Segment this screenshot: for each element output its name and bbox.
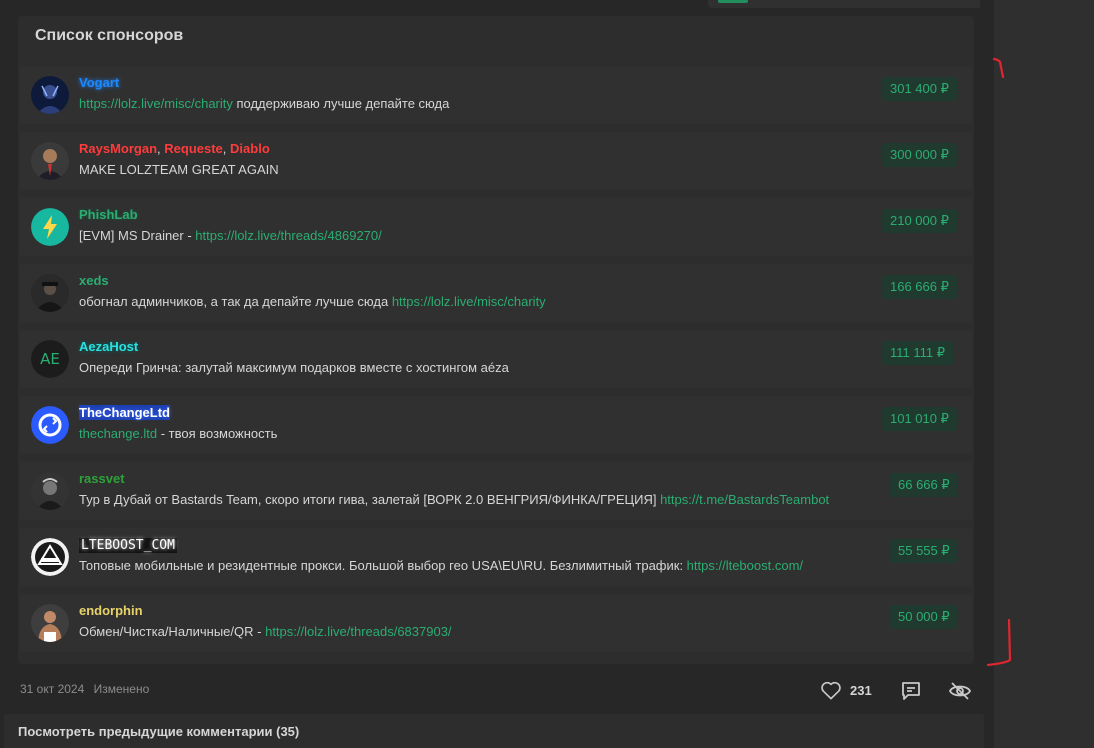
sponsor-row: LTEBOOST_COM Топовые мобильные и резидент…: [20, 528, 972, 586]
description-text: обогнал админчиков, а так да депайте луч…: [79, 294, 392, 309]
sponsor-row: TheChangeLtd thechange.ltd - твоя возможн…: [20, 396, 972, 454]
username-link[interactable]: Vogart: [79, 75, 119, 90]
username-link[interactable]: AezaHost: [79, 339, 138, 354]
card-title: Список спонсоров: [35, 27, 184, 44]
description-text: Топовые мобильные и резидентные прокси. …: [79, 558, 687, 573]
username-link[interactable]: PhishLab: [79, 207, 138, 222]
username-link[interactable]: Requeste: [164, 141, 223, 156]
description-text: [EVM] MS Drainer -: [79, 228, 196, 243]
sponsor-row: AE AezaHost Опереди Гринча: залутай максим…: [20, 330, 972, 388]
sponsor-description: https://lolz.live/misc/charity поддержив…: [79, 96, 449, 112]
username-link[interactable]: rassvet: [79, 471, 125, 486]
description-link[interactable]: thechange.ltd: [79, 426, 157, 441]
username-link[interactable]: RaysMorgan: [79, 141, 157, 156]
lteboost-logo-icon[interactable]: [31, 538, 69, 576]
vogart-avatar[interactable]: [31, 76, 69, 114]
top-panel-stub: [708, 0, 980, 8]
like-button[interactable]: 231: [820, 680, 872, 700]
sponsor-names: RaysMorgan, Requeste, Diablo: [79, 141, 270, 156]
post-body: Список спонсоров Vogart https://lolz.live…: [0, 0, 994, 748]
sponsor-row: Vogart https://lolz.live/misc/charity под…: [20, 66, 972, 124]
sponsor-row: endorphin Обмен/Чистка/Наличные/QR - http…: [20, 594, 972, 652]
endorphin-avatar[interactable]: [31, 604, 69, 642]
sponsor-description: Опереди Гринча: залутай максимум подарко…: [79, 360, 509, 376]
description-text: MAKE LOLZTEAM GREAT AGAIN: [79, 162, 279, 177]
donation-amount: 66 666 ₽: [890, 473, 958, 497]
donation-amount: 166 666 ₽: [882, 275, 957, 299]
description-link[interactable]: https://lteboost.com/: [687, 558, 803, 573]
donation-amount: 111 111 ₽: [882, 341, 954, 365]
show-previous-comments[interactable]: Посмотреть предыдущие комментарии (35): [4, 714, 984, 748]
hide-button[interactable]: [948, 679, 972, 703]
sponsor-row: rassvet Тур в Дубай от Bastards Team, ско…: [20, 462, 972, 520]
donation-amount: 300 000 ₽: [882, 143, 957, 167]
donation-amount: 301 400 ₽: [882, 77, 957, 101]
donation-amount: 50 000 ₽: [890, 605, 958, 629]
donation-amount: 101 010 ₽: [882, 407, 957, 431]
annotation-bracket-bottom: [986, 618, 1012, 667]
comment-icon: [902, 682, 920, 700]
description-link[interactable]: https://lolz.live/misc/charity: [392, 294, 546, 309]
description-link[interactable]: https://lolz.live/threads/4869270/: [195, 228, 381, 243]
description-link[interactable]: https://t.me/BastardsTeambot: [660, 492, 829, 507]
username-link[interactable]: endorphin: [79, 603, 143, 618]
description-text: Тур в Дубай от Bastards Team, скоро итог…: [79, 492, 661, 507]
sponsor-description: Топовые мобильные и резидентные прокси. …: [79, 558, 803, 574]
sponsor-names: rassvet: [79, 471, 125, 487]
sponsor-row: RaysMorgan, Requeste, Diablo MAKE LOLZTEA…: [20, 132, 972, 190]
sponsor-names: xeds: [79, 273, 109, 289]
like-count: 231: [850, 682, 872, 698]
top-chip: [718, 0, 748, 3]
description-text: - твоя возможность: [157, 426, 278, 441]
sponsor-description: MAKE LOLZTEAM GREAT AGAIN: [79, 162, 279, 178]
username-link[interactable]: xeds: [79, 273, 109, 288]
username-link[interactable]: TheChangeLtd: [79, 405, 170, 420]
sponsor-names: PhishLab: [79, 207, 138, 223]
post-date[interactable]: 31 окт 2024: [20, 682, 84, 696]
sponsor-names: Vogart: [79, 75, 119, 91]
avatar-text: AE: [40, 350, 60, 368]
post-meta: 31 окт 2024 Изменено: [20, 682, 155, 696]
ae-logo-icon[interactable]: AE: [31, 340, 69, 378]
description-text: Обмен/Чистка/Наличные/QR -: [79, 624, 266, 639]
sponsor-row: xeds обогнал админчиков, а так да депайте…: [20, 264, 972, 322]
sponsor-description: Обмен/Чистка/Наличные/QR - https://lolz.…: [79, 624, 452, 640]
heart-icon: [821, 681, 841, 700]
sponsor-names: TheChangeLtd: [79, 405, 170, 421]
thechange-logo-icon[interactable]: [31, 406, 69, 444]
annotation-bracket-top: [992, 57, 1005, 79]
donation-amount: 55 555 ₽: [890, 539, 958, 563]
eye-off-icon: [948, 682, 972, 700]
donation-amount: 210 000 ₽: [882, 209, 957, 233]
username-link[interactable]: Diablo: [230, 141, 270, 156]
edited-label[interactable]: Изменено: [94, 682, 150, 696]
lightning-icon[interactable]: [31, 208, 69, 246]
description-link[interactable]: https://lolz.live/threads/6837903/: [265, 624, 451, 639]
raysmorgan-avatar[interactable]: [31, 142, 69, 180]
sponsor-description: Тур в Дубай от Bastards Team, скоро итог…: [79, 492, 829, 508]
sponsor-names: LTEBOOST_COM: [79, 537, 177, 554]
description-link[interactable]: https://lolz.live/misc/charity: [79, 96, 233, 111]
sponsors-card: Список спонсоров Vogart https://lolz.live…: [18, 16, 974, 664]
sponsor-description: thechange.ltd - твоя возможность: [79, 426, 277, 442]
sponsor-description: обогнал админчиков, а так да депайте луч…: [79, 294, 546, 310]
description-text: поддерживаю лучше депайте сюда: [232, 96, 450, 111]
description-text: Опереди Гринча: залутай максимум подарко…: [79, 360, 509, 375]
username-link[interactable]: LTEBOOST_COM: [79, 538, 177, 553]
sponsor-names: endorphin: [79, 603, 143, 619]
comment-button[interactable]: [899, 679, 923, 703]
sponsor-names: AezaHost: [79, 339, 138, 355]
xeds-avatar[interactable]: [31, 274, 69, 312]
rassvet-avatar[interactable]: [31, 472, 69, 510]
sponsor-description: [EVM] MS Drainer - https://lolz.live/thr…: [79, 228, 382, 244]
sponsor-row: PhishLab [EVM] MS Drainer - https://lolz.…: [20, 198, 972, 256]
